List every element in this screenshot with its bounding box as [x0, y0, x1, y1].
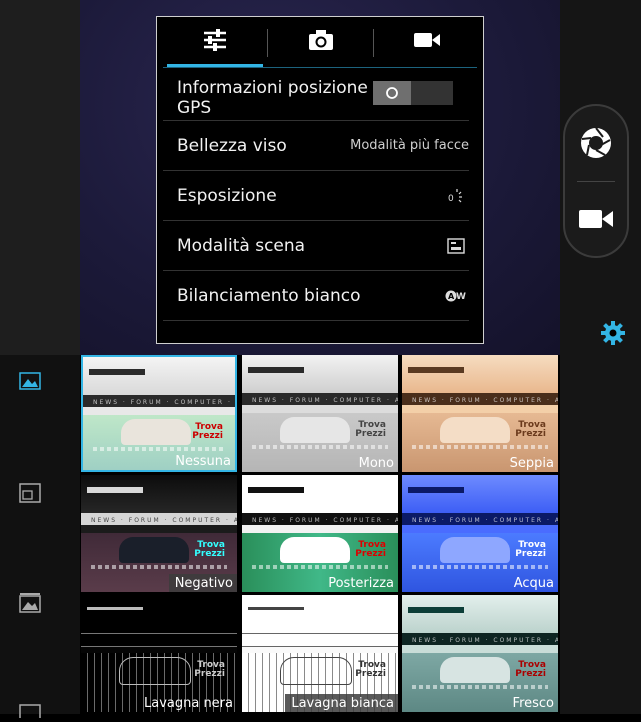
auto-white-balance-icon: A W	[445, 271, 467, 320]
effect-label: Acqua	[513, 576, 554, 591]
settings-row-scene-mode[interactable]: Modalità scena	[163, 221, 469, 271]
face-beauty-value: Modalità più facce	[350, 138, 469, 153]
effect-tile-mono[interactable]: NEWS · FORUM · COMPUTER · APP · RECENSIO…	[242, 355, 398, 472]
settings-panel: Informazioni posizione GPS Bellezza viso …	[156, 16, 484, 344]
effect-label: Lavagna bianca	[285, 694, 398, 712]
panorama-icon[interactable]	[18, 592, 42, 614]
svg-text:W: W	[456, 292, 466, 302]
svg-text:A: A	[448, 292, 455, 301]
gps-label: Informazioni posizione GPS	[177, 77, 368, 118]
video-camera-icon	[578, 208, 614, 234]
exposure-label: Esposizione	[177, 185, 277, 206]
toggle-knob	[373, 81, 411, 105]
effect-label: Seppia	[509, 456, 554, 471]
shutter-button[interactable]	[565, 110, 627, 180]
effect-tile-negative[interactable]: NEWS · FORUM · COMPUTER · APP Trova Prezz…	[81, 475, 237, 592]
color-effects-grid: NEWS · FORUM · COMPUTER · APP · RECENSIO…	[80, 355, 560, 714]
settings-button[interactable]	[598, 320, 628, 350]
frame-icon[interactable]	[18, 482, 42, 504]
picture-icon[interactable]	[18, 700, 42, 722]
sliders-icon	[202, 28, 228, 56]
tab-photo-settings[interactable]	[267, 17, 375, 67]
settings-row-exposure[interactable]: Esposizione 0	[163, 171, 469, 221]
camera-icon	[308, 29, 334, 55]
effect-tile-blackboard[interactable]: Trova Prezzi Lavagna nera	[81, 595, 237, 712]
settings-row-white-balance[interactable]: Bilanciamento bianco A W	[163, 271, 469, 321]
effect-label: Lavagna nera	[143, 696, 233, 711]
scene-mode-icon	[447, 221, 465, 270]
white-balance-label: Bilanciamento bianco	[177, 285, 361, 306]
effect-label: Posterizza	[328, 576, 394, 591]
video-camera-icon	[413, 31, 441, 53]
svg-text:0: 0	[448, 194, 454, 204]
left-sidebar	[0, 355, 80, 714]
effect-label: Mono	[358, 456, 394, 471]
gps-toggle[interactable]	[373, 81, 453, 105]
effect-tile-none[interactable]: NEWS · FORUM · COMPUTER · APP · RECENSIO…	[81, 355, 237, 472]
exposure-icon: 0	[447, 171, 463, 220]
effect-label: Fresco	[512, 696, 554, 711]
effect-tile-posterize[interactable]: NEWS · FORUM · COMPUTER · APP Trova Prezz…	[242, 475, 398, 592]
effect-label: Negativo	[168, 574, 237, 592]
video-record-button[interactable]	[565, 186, 627, 256]
effect-tile-aqua[interactable]: NEWS · FORUM · COMPUTER · APP Trova Prezz…	[402, 475, 558, 592]
settings-row-face-beauty[interactable]: Bellezza viso Modalità più facce	[163, 121, 469, 171]
left-panel-top	[0, 0, 80, 355]
tab-video-settings[interactable]	[373, 17, 481, 67]
scene-mode-label: Modalità scena	[177, 235, 306, 256]
effect-tile-fresh[interactable]: NEWS · FORUM · COMPUTER · APP Trova Prezz…	[402, 595, 558, 712]
effect-label: Nessuna	[175, 454, 231, 469]
settings-tabs	[157, 17, 483, 69]
face-beauty-label: Bellezza viso	[177, 135, 287, 156]
effect-tile-whiteboard[interactable]: Trova Prezzi Lavagna bianca	[242, 595, 398, 712]
gear-icon	[600, 320, 626, 350]
tab-general-settings[interactable]	[161, 17, 269, 67]
effect-tile-sepia[interactable]: NEWS · FORUM · COMPUTER · APP · RECENSIO…	[402, 355, 558, 472]
shutter-icon	[579, 126, 613, 164]
settings-row-gps[interactable]: Informazioni posizione GPS	[163, 71, 469, 121]
capture-mode-pill	[563, 104, 629, 258]
gallery-icon[interactable]	[18, 370, 42, 392]
